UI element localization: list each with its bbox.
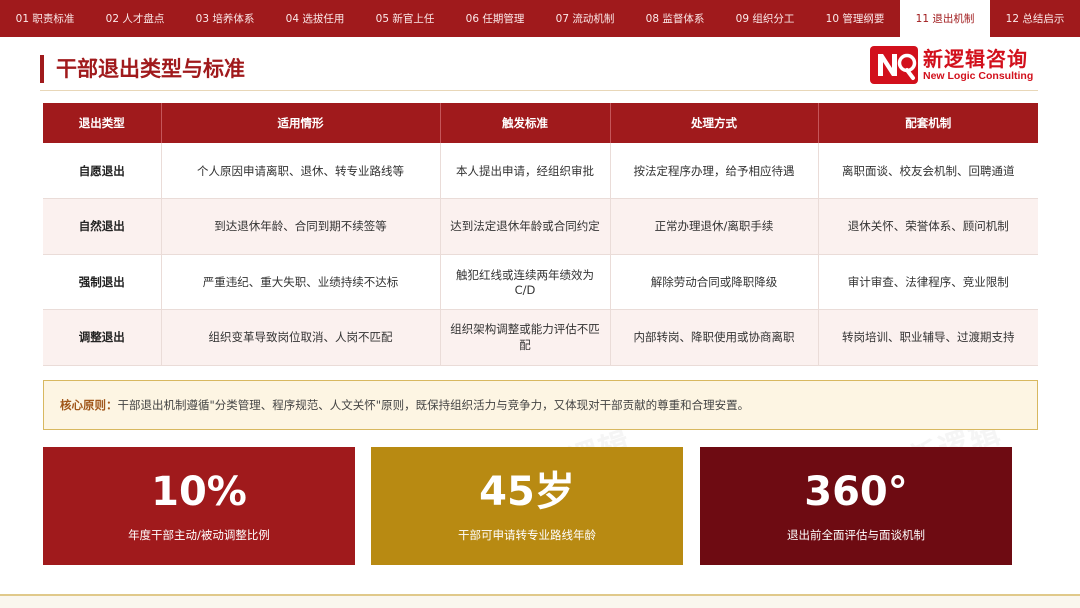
tab-training-system[interactable]: 03 培养体系	[180, 0, 270, 37]
logo-chinese-name: 新逻辑咨询	[923, 46, 1028, 71]
table-header-row: 退出类型 适用情形 触发标准 处理方式 配套机制	[43, 103, 1038, 143]
table-row: 调整退出 组织变革导致岗位取消、人岗不匹配 组织架构调整或能力评估不匹配 内部转…	[43, 309, 1038, 366]
table-row: 自然退出 到达退休年龄、合同到期不续签等 达到法定退休年龄或合同约定 正常办理退…	[43, 198, 1038, 255]
tab-duty-standards[interactable]: 01 职责标准	[0, 0, 90, 37]
stat-label: 年度干部主动/被动调整比例	[128, 528, 270, 542]
stat-value: 45岁	[479, 469, 575, 515]
column-header: 适用情形	[161, 103, 441, 143]
tab-exit-mechanism[interactable]: 11 退出机制	[900, 0, 990, 37]
trigger-cell: 达到法定退休年龄或合同约定	[440, 198, 611, 255]
table-row: 自愿退出 个人原因申请离职、退休、转专业路线等 本人提出申请，经组织审批 按法定…	[43, 143, 1038, 199]
exit-types-table: 退出类型 适用情形 触发标准 处理方式 配套机制 自愿退出 个人原因申请离职、退…	[43, 103, 1038, 366]
stat-value: 360°	[804, 469, 908, 515]
case-cell: 个人原因申请离职、退休、转专业路线等	[161, 143, 441, 199]
handling-cell: 内部转岗、降职使用或协商离职	[610, 309, 819, 366]
logo-english-name: New Logic Consulting	[923, 69, 1034, 82]
case-cell: 组织变革导致岗位取消、人岗不匹配	[161, 309, 441, 366]
page-title: 干部退出类型与标准	[56, 57, 245, 81]
exit-type-cell: 强制退出	[43, 254, 162, 310]
support-cell: 转岗培训、职业辅导、过渡期支持	[818, 309, 1038, 366]
tab-summary[interactable]: 12 总结启示	[990, 0, 1080, 37]
tab-management-outline[interactable]: 10 管理纲要	[810, 0, 900, 37]
handling-cell: 按法定程序办理，给予相应待遇	[610, 143, 819, 199]
support-cell: 退休关怀、荣誉体系、顾问机制	[818, 198, 1038, 255]
tab-mobility[interactable]: 07 流动机制	[540, 0, 630, 37]
trigger-cell: 触犯红线或连续两年绩效为C/D	[440, 254, 611, 310]
tab-selection[interactable]: 04 选拔任用	[270, 0, 360, 37]
table-row: 强制退出 严重违纪、重大失职、业绩持续不达标 触犯红线或连续两年绩效为C/D 解…	[43, 254, 1038, 310]
stat-label: 退出前全面评估与面谈机制	[787, 528, 925, 542]
column-header: 处理方式	[610, 103, 819, 143]
principle-label: 核心原则：	[60, 398, 118, 412]
stat-card-360-evaluation: 360° 退出前全面评估与面谈机制	[700, 447, 1012, 565]
tab-new-appointment[interactable]: 05 新官上任	[360, 0, 450, 37]
trigger-cell: 组织架构调整或能力评估不匹配	[440, 309, 611, 366]
stat-value: 10%	[151, 469, 247, 515]
exit-type-cell: 调整退出	[43, 309, 162, 366]
handling-cell: 解除劳动合同或降职降级	[610, 254, 819, 310]
logo-icon	[870, 46, 918, 84]
tab-org-division[interactable]: 09 组织分工	[720, 0, 810, 37]
tab-term-management[interactable]: 06 任期管理	[450, 0, 540, 37]
title-divider	[40, 90, 1038, 91]
tab-talent-review[interactable]: 02 人才盘点	[90, 0, 180, 37]
core-principle-box: 核心原则： 干部退出机制遵循"分类管理、程序规范、人文关怀"原则，既保持组织活力…	[43, 380, 1038, 430]
case-cell: 到达退休年龄、合同到期不续签等	[161, 198, 441, 255]
exit-type-cell: 自然退出	[43, 198, 162, 255]
support-cell: 离职面谈、校友会机制、回聘通道	[818, 143, 1038, 199]
title-accent-bar	[40, 55, 44, 83]
footer-divider	[0, 594, 1080, 608]
tab-supervision[interactable]: 08 监督体系	[630, 0, 720, 37]
handling-cell: 正常办理退休/离职手续	[610, 198, 819, 255]
column-header: 触发标准	[440, 103, 611, 143]
principle-text: 干部退出机制遵循"分类管理、程序规范、人文关怀"原则，既保持组织活力与竞争力，又…	[117, 398, 750, 412]
company-logo: 新逻辑咨询 New Logic Consulting	[870, 46, 1033, 84]
exit-type-cell: 自愿退出	[43, 143, 162, 199]
top-nav: 01 职责标准 02 人才盘点 03 培养体系 04 选拔任用 05 新官上任 …	[0, 0, 1080, 37]
column-header: 配套机制	[818, 103, 1038, 143]
case-cell: 严重违纪、重大失职、业绩持续不达标	[161, 254, 441, 310]
stat-card-adjustment-ratio: 10% 年度干部主动/被动调整比例	[43, 447, 355, 565]
column-header: 退出类型	[43, 103, 162, 143]
support-cell: 审计审查、法律程序、竞业限制	[818, 254, 1038, 310]
stat-card-career-switch-age: 45岁 干部可申请转专业路线年龄	[371, 447, 683, 565]
stat-label: 干部可申请转专业路线年龄	[458, 528, 596, 542]
trigger-cell: 本人提出申请，经组织审批	[440, 143, 611, 199]
